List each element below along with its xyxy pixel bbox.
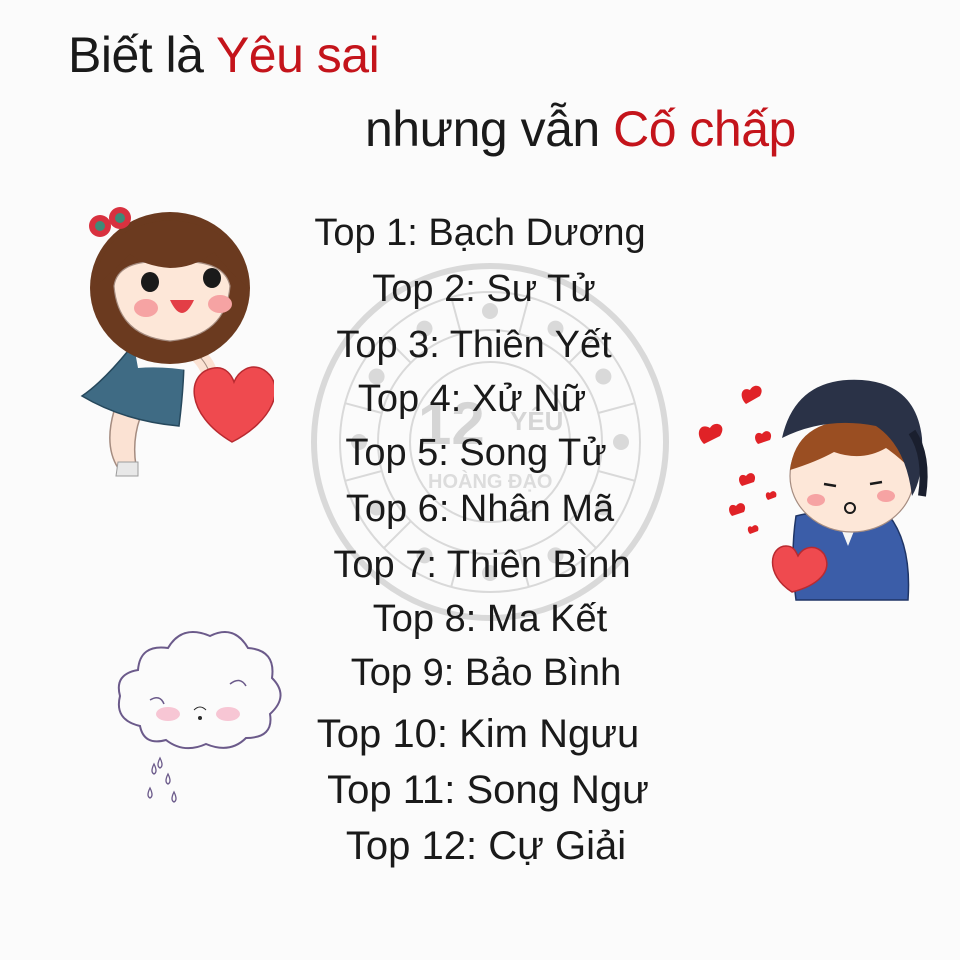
boy-blowing-hearts-icon xyxy=(698,379,928,601)
ranking-item: Top 4: Xử Nữ xyxy=(357,378,587,420)
ranking-item: Top 9: Bảo Bình xyxy=(350,652,622,694)
ranking-item: Top 5: Song Tử xyxy=(345,432,607,474)
poster: Biết là Yêu sai nhưng vẫn Cố chấp 12 YÊU… xyxy=(0,0,960,960)
ranking-item: Top 11: Song Ngư xyxy=(327,768,649,812)
sad-cloud-icon xyxy=(117,631,282,803)
ranking-item: Top 8: Ma Kết xyxy=(372,598,608,640)
girl-with-heart-icon xyxy=(80,207,274,477)
ranking-item: Top 2: Sư Tử xyxy=(372,268,596,310)
ranking-item: Top 7: Thiên Bình xyxy=(333,544,631,586)
ranking-item: Top 3: Thiên Yết xyxy=(336,324,612,366)
ranking-item: Top 12: Cự Giải xyxy=(345,824,627,868)
title-line-1-prefix: Biết là xyxy=(68,27,216,83)
title-line-2: nhưng vẫn Cố chấp xyxy=(365,100,796,158)
ranking-item: Top 1: Bạch Dương xyxy=(314,212,646,254)
ranking-item: Top 6: Nhân Mã xyxy=(345,488,615,530)
title-line-1: Biết là Yêu sai xyxy=(68,26,380,84)
title-line-1-highlight: Yêu sai xyxy=(215,27,380,83)
title-line-2-highlight: Cố chấp xyxy=(613,101,796,157)
ranking-item: Top 10: Kim Ngưu xyxy=(316,712,640,756)
title-line-2-prefix: nhưng vẫn xyxy=(365,101,614,157)
